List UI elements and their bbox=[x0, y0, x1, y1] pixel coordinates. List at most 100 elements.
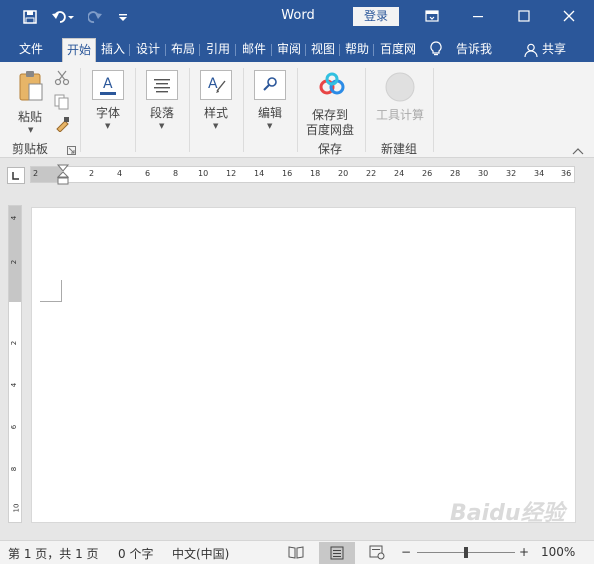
font-dropdown-icon: ▼ bbox=[105, 122, 111, 130]
ruler-tick: 4 bbox=[10, 215, 19, 221]
tab-view[interactable]: 视图 bbox=[308, 38, 338, 62]
tab-mailings[interactable]: 邮件 bbox=[238, 38, 270, 62]
tell-me-label: 告诉我 bbox=[456, 42, 493, 56]
dialog-launcher-icon[interactable] bbox=[67, 144, 76, 158]
zoom-out-button[interactable]: − bbox=[401, 545, 411, 559]
redo-icon bbox=[86, 7, 104, 27]
save-group-label: 保存 bbox=[318, 142, 343, 156]
tool-calc-icon bbox=[385, 72, 415, 105]
save-icon[interactable] bbox=[20, 7, 40, 27]
ruler-tick: 10 bbox=[12, 503, 21, 513]
ruler-tick: 2 bbox=[10, 259, 19, 265]
tab-layout[interactable]: 布局 bbox=[168, 38, 198, 62]
web-layout-icon[interactable] bbox=[369, 544, 385, 563]
word-count[interactable]: 0 个字 bbox=[118, 545, 153, 562]
title-bar: Word 登录 bbox=[0, 0, 594, 34]
horizontal-ruler[interactable]: 2 2 4 6 8 10 12 14 16 18 20 22 24 26 28 … bbox=[30, 164, 575, 185]
indent-marker-icon[interactable] bbox=[56, 164, 70, 189]
search-icon bbox=[254, 70, 286, 100]
paragraph-align-icon bbox=[146, 70, 178, 100]
watermark-logo: Baidu经验 bbox=[450, 501, 565, 526]
document-page[interactable] bbox=[31, 207, 576, 523]
ruler-tick: 14 bbox=[254, 169, 265, 178]
collapse-ribbon-icon[interactable] bbox=[572, 144, 584, 158]
editing-button[interactable]: 编辑 ▼ bbox=[250, 68, 290, 132]
vertical-ruler[interactable]: 4 2 2 4 6 8 10 bbox=[8, 205, 22, 523]
ruler-tick: 4 bbox=[117, 169, 123, 178]
ruler-tick: 2 bbox=[10, 340, 19, 346]
tab-help[interactable]: 帮助 bbox=[342, 38, 372, 62]
tab-divider bbox=[339, 44, 340, 56]
new-group-label: 新建组 bbox=[381, 142, 418, 156]
ruler-tick: 2 bbox=[89, 169, 95, 178]
ribbon: 粘贴 ▼ 剪贴板 A 字体 ▼ 段落 ▼ A 样式 ▼ 编辑 ▼ 保存到 百度网… bbox=[0, 62, 594, 158]
ribbon-divider bbox=[365, 68, 366, 152]
ruler-tick: 20 bbox=[338, 169, 349, 178]
tab-references[interactable]: 引用 bbox=[202, 38, 234, 62]
login-button[interactable]: 登录 bbox=[353, 7, 399, 26]
tab-divider bbox=[129, 44, 130, 56]
ribbon-divider bbox=[189, 68, 190, 152]
ribbon-divider bbox=[297, 68, 298, 152]
undo-icon[interactable] bbox=[50, 7, 76, 27]
paragraph-button[interactable]: 段落 ▼ bbox=[142, 68, 182, 132]
ribbon-divider bbox=[135, 68, 136, 152]
ruler-tick: 24 bbox=[394, 169, 405, 178]
read-mode-icon[interactable] bbox=[288, 544, 304, 563]
print-layout-button[interactable] bbox=[319, 542, 355, 564]
zoom-slider-thumb[interactable] bbox=[464, 547, 468, 558]
baidu-netdisk-icon bbox=[318, 72, 346, 101]
ruler-area: 2 2 4 6 8 10 12 14 16 18 20 22 24 26 28 … bbox=[0, 158, 594, 190]
styles-icon: A bbox=[200, 70, 232, 100]
svg-text:A: A bbox=[103, 76, 113, 92]
tool-calc-label: 工具计算 bbox=[376, 108, 425, 122]
minimize-icon[interactable] bbox=[463, 5, 493, 27]
ruler-tick: 16 bbox=[282, 169, 293, 178]
tab-insert[interactable]: 插入 bbox=[98, 38, 128, 62]
language-indicator[interactable]: 中文(中国) bbox=[172, 545, 229, 562]
app-title: Word bbox=[281, 8, 315, 23]
tool-calc-button: 工具计算 bbox=[372, 68, 428, 136]
tab-design[interactable]: 设计 bbox=[132, 38, 164, 62]
ruler-tick: 36 bbox=[561, 169, 572, 178]
ruler-top-margin bbox=[9, 206, 21, 302]
zoom-level[interactable]: 100% bbox=[541, 545, 575, 559]
ribbon-display-options-icon[interactable] bbox=[417, 5, 447, 27]
tab-divider bbox=[235, 44, 236, 56]
ruler-tick: 34 bbox=[534, 169, 545, 178]
ruler-tick: 8 bbox=[173, 169, 179, 178]
close-icon[interactable] bbox=[554, 5, 584, 27]
format-painter-icon[interactable] bbox=[54, 116, 70, 135]
customize-quick-access-icon[interactable] bbox=[116, 7, 130, 27]
paragraph-dropdown-icon: ▼ bbox=[159, 122, 165, 130]
ruler-tick: 22 bbox=[366, 169, 377, 178]
tab-review[interactable]: 审阅 bbox=[274, 38, 304, 62]
share-button[interactable]: 共享 bbox=[522, 38, 572, 62]
ruler-tick: 2 bbox=[33, 169, 39, 178]
tab-home[interactable]: 开始 bbox=[62, 38, 96, 62]
tab-divider bbox=[271, 44, 272, 56]
ruler-tick: 28 bbox=[450, 169, 461, 178]
editing-label: 编辑 bbox=[258, 106, 283, 120]
zoom-in-button[interactable]: + bbox=[519, 545, 529, 559]
save-to-baidu-button[interactable]: 保存到 百度网盘 bbox=[304, 68, 360, 137]
font-button[interactable]: A 字体 ▼ bbox=[88, 68, 128, 132]
tab-stop-selector[interactable] bbox=[7, 167, 25, 184]
styles-button[interactable]: A 样式 ▼ bbox=[196, 68, 236, 132]
tab-file[interactable]: 文件 bbox=[10, 38, 52, 62]
clipboard-icon bbox=[18, 70, 44, 105]
paste-button[interactable]: 粘贴 ▼ bbox=[12, 68, 50, 134]
lightbulb-icon bbox=[430, 41, 442, 64]
tab-divider bbox=[305, 44, 306, 56]
zoom-slider[interactable] bbox=[417, 547, 515, 558]
maximize-icon[interactable] bbox=[509, 5, 539, 27]
page-count[interactable]: 第 1 页，共 1 页 bbox=[8, 545, 99, 562]
status-bar: 第 1 页，共 1 页 0 个字 中文(中国) − + 100% bbox=[0, 540, 594, 564]
share-person-icon bbox=[524, 42, 538, 64]
cut-icon[interactable] bbox=[54, 70, 70, 89]
paste-dropdown-icon: ▼ bbox=[28, 126, 34, 134]
tab-baidu[interactable]: 百度网 bbox=[376, 38, 420, 62]
paste-label: 粘贴 bbox=[18, 110, 43, 124]
copy-icon[interactable] bbox=[54, 94, 70, 113]
tell-me-search[interactable]: 告诉我 bbox=[428, 38, 500, 62]
